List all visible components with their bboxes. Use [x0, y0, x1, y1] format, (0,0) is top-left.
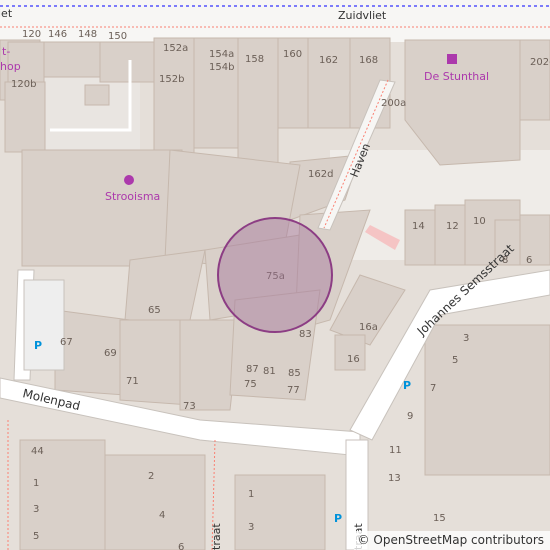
attribution-bar: © OpenStreetMap contributors	[353, 531, 550, 550]
house-number: 44	[31, 446, 44, 457]
building-shops-south	[54, 309, 131, 396]
house-number: 154a	[209, 49, 234, 60]
house-number: 87	[246, 364, 259, 375]
building-east-row	[424, 324, 550, 476]
parking-lot	[23, 279, 65, 371]
house-number: 202-	[530, 57, 550, 68]
parking-icon: P	[34, 339, 42, 352]
building-202	[519, 39, 550, 121]
house-number: 4	[159, 510, 165, 521]
house-number: 152a	[163, 43, 188, 54]
building-73	[179, 319, 241, 411]
strooisma-label: Strooisma	[105, 190, 160, 203]
building-162	[307, 37, 351, 129]
house-number: 67	[60, 337, 73, 348]
house-number: 16a	[359, 322, 378, 333]
house-number: 5	[33, 531, 39, 542]
house-number: 168	[359, 55, 378, 66]
house-number: 162d	[308, 169, 333, 180]
house-number: 3	[463, 333, 469, 344]
house-number: 9	[407, 411, 413, 422]
house-number: 160	[283, 49, 302, 60]
label-straat-partial-2: traat	[210, 523, 223, 550]
house-number: 11	[389, 445, 402, 456]
house-number: 2	[148, 471, 154, 482]
house-number: 13	[388, 473, 401, 484]
house-number: 14	[412, 221, 425, 232]
house-number: 73	[183, 401, 196, 412]
house-number: 12	[446, 221, 459, 232]
house-number: 200a	[381, 98, 406, 109]
house-number: 65	[148, 305, 161, 316]
house-number: 15	[433, 513, 446, 524]
house-number: 120	[22, 29, 41, 40]
building-s-block-2	[104, 454, 206, 550]
label-shop-partial-2: hop	[0, 60, 21, 73]
house-number: 85	[288, 368, 301, 379]
copyright-symbol: ©	[357, 533, 370, 547]
building-120b	[4, 81, 46, 153]
house-number: 69	[104, 348, 117, 359]
house-number: 71	[126, 376, 139, 387]
house-number: 5	[452, 355, 458, 366]
strooisma-icon	[124, 175, 134, 185]
house-number: 83	[299, 329, 312, 340]
house-number: 154b	[209, 62, 234, 73]
house-number: 148	[78, 29, 97, 40]
house-number: 7	[430, 383, 436, 394]
parking-icon: P	[403, 379, 411, 392]
house-number: 75	[244, 379, 257, 390]
house-number: 1	[248, 489, 254, 500]
building-146	[43, 41, 101, 78]
house-number: 1	[33, 478, 39, 489]
house-number: 158	[245, 54, 264, 65]
house-number: 8	[502, 255, 508, 266]
building-152	[153, 37, 195, 169]
building-14	[404, 209, 436, 266]
label-shop-partial-1: t-	[2, 45, 10, 58]
house-number: 150	[108, 31, 127, 42]
stunthal-icon	[447, 54, 457, 64]
house-number: 152b	[159, 74, 184, 85]
label-vliet-partial: iet	[0, 7, 13, 20]
building-150	[99, 41, 155, 83]
building-strooisma	[21, 149, 183, 267]
house-number: 10	[473, 216, 486, 227]
building-6	[519, 214, 550, 266]
house-number: 162	[319, 55, 338, 66]
building-12	[434, 204, 466, 266]
house-number: 3	[33, 504, 39, 515]
house-number: 6	[526, 255, 532, 266]
parking-icon: P	[334, 512, 342, 525]
house-number: 146	[48, 29, 67, 40]
house-number: 16	[347, 354, 360, 365]
house-number: 120b	[11, 79, 36, 90]
osm-attribution-link[interactable]: OpenStreetMap contributors	[373, 533, 544, 547]
label-zuidvliet: Zuidvliet	[338, 9, 387, 22]
map-canvas[interactable]: Zuidvliet iet Haven Molenpad Johannes Se…	[0, 0, 550, 550]
building-small-1	[84, 84, 110, 106]
building-s-block-3	[234, 474, 326, 550]
house-number: 81	[263, 366, 276, 377]
house-number: 77	[287, 385, 300, 396]
stunthal-label: De Stunthal	[424, 70, 489, 83]
location-marker[interactable]	[217, 217, 333, 333]
house-number: 6	[178, 542, 184, 550]
house-number: 3	[248, 522, 254, 533]
